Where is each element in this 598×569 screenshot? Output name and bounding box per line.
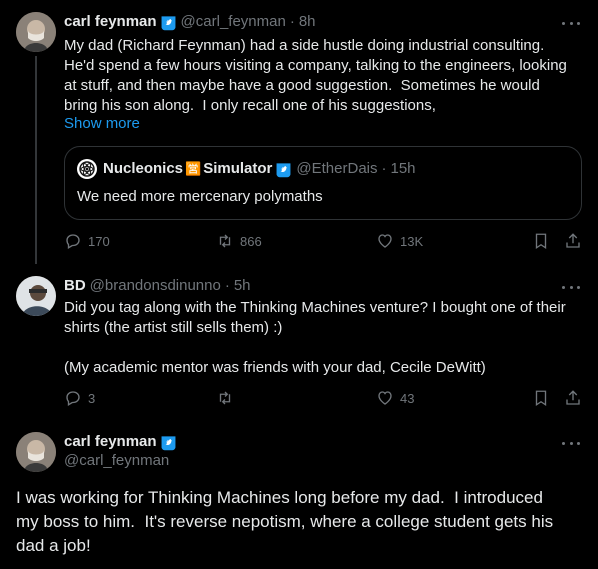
tweet-carl-feynman-main[interactable]: carl feynman @carl_feynman I was working… (0, 0, 598, 569)
verified-badge-icon (161, 435, 176, 450)
tweet-text: I was working for Thinking Machines long… (16, 488, 554, 555)
author-name[interactable]: carl feynman (64, 432, 157, 452)
avatar[interactable] (16, 432, 56, 472)
more-dots-icon[interactable] (562, 434, 580, 452)
author-handle[interactable]: @carl_feynman (64, 452, 169, 469)
tweet-header: carl feynman (64, 432, 181, 452)
